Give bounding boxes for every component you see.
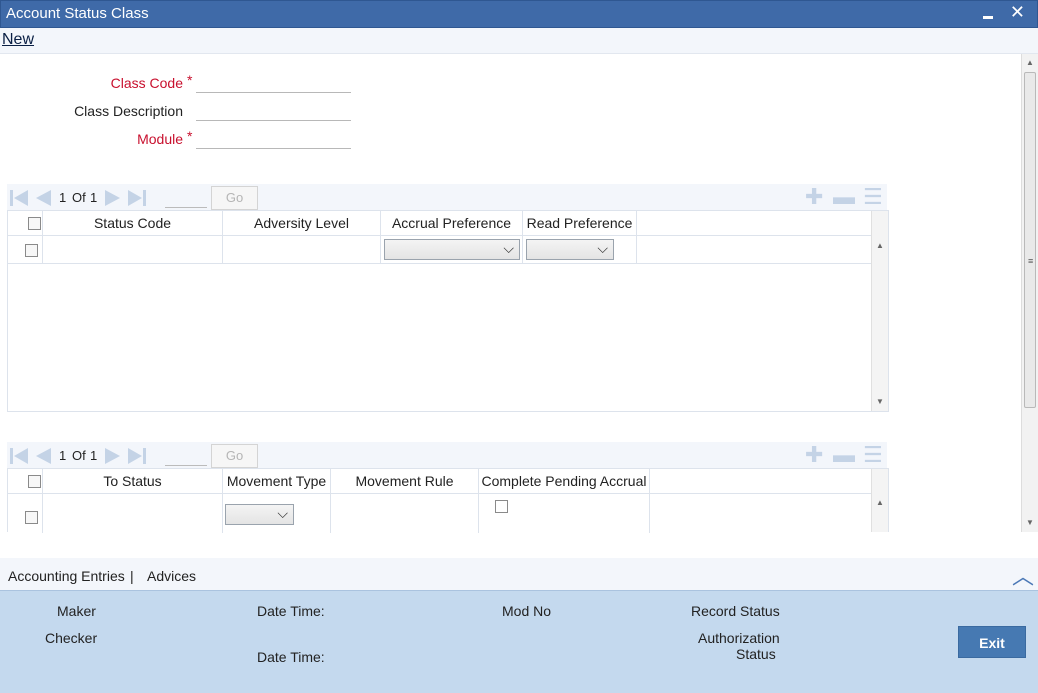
exit-button[interactable]: Exit: [958, 626, 1026, 658]
total-pages: 1: [90, 448, 98, 463]
main-content: Class Code * Class Description Module * …: [1, 54, 1020, 556]
col-adversity-level: Adversity Level: [223, 211, 381, 236]
first-page-icon[interactable]: [9, 446, 29, 466]
total-pages: 1: [90, 190, 98, 205]
col-complete-pending-accrual: Complete Pending Accrual: [479, 469, 650, 494]
delete-row-icon[interactable]: ▬: [833, 444, 855, 466]
module-input[interactable]: [196, 127, 351, 149]
sub-screen-tabs: Accounting Entries | Advices ︿: [0, 558, 1038, 590]
scroll-up-icon[interactable]: ▲: [1026, 58, 1034, 67]
minimize-icon[interactable]: [983, 16, 993, 19]
menu-bar: New: [0, 28, 1038, 54]
accounting-entries-link[interactable]: Accounting Entries: [8, 568, 125, 584]
grip-icon: ≡: [1028, 256, 1034, 266]
status-grid-toolbar: 1 Of 1 Go ✚ ▬ ☰: [7, 184, 887, 210]
col-accrual-preference: Accrual Preference: [381, 211, 523, 236]
of-label: Of: [72, 448, 86, 463]
delete-row-icon[interactable]: ▬: [833, 186, 855, 208]
col-movement-type: Movement Type: [223, 469, 331, 494]
page-scrollbar[interactable]: ▲ ≡ ▼: [1021, 54, 1038, 532]
mod-no-label: Mod No: [502, 603, 552, 619]
chevron-down-icon: ⌵: [503, 240, 514, 256]
accrual-preference-select[interactable]: ⌵: [384, 239, 520, 260]
page-number-input[interactable]: [165, 188, 207, 208]
to-status-cell[interactable]: [43, 494, 223, 533]
scroll-down-icon[interactable]: ▼: [1026, 518, 1034, 527]
chevron-down-icon: ⌵: [597, 240, 608, 256]
window-title: Account Status Class: [6, 5, 149, 22]
class-code-input[interactable]: [196, 71, 351, 93]
adversity-level-cell[interactable]: [223, 236, 381, 264]
current-page: 1: [59, 448, 67, 463]
table-row: ⌵ ⌵: [8, 236, 872, 264]
add-row-icon[interactable]: ✚: [805, 444, 823, 466]
status-grid: Status Code Adversity Level Accrual Pref…: [7, 210, 889, 412]
row-checkbox[interactable]: [25, 244, 38, 257]
scroll-up-icon[interactable]: ▲: [876, 241, 884, 250]
prev-page-icon[interactable]: [33, 188, 53, 208]
table-row: ⌵: [8, 494, 872, 533]
class-description-input[interactable]: [196, 99, 351, 121]
chevron-down-icon: ⌵: [277, 505, 288, 521]
prev-page-icon[interactable]: [33, 446, 53, 466]
class-code-required-marker: *: [187, 72, 193, 88]
status-grid-scrollbar[interactable]: ▲ ▼: [871, 211, 888, 411]
of-label: Of: [72, 190, 86, 205]
row-checkbox[interactable]: [25, 511, 38, 524]
col-to-status: To Status: [43, 469, 223, 494]
single-view-icon[interactable]: ☰: [863, 186, 883, 208]
maker-label: Maker: [57, 603, 96, 619]
movement-grid-scrollbar[interactable]: ▲: [871, 469, 888, 532]
tab-separator: |: [130, 568, 134, 584]
class-description-label: Class Description: [74, 103, 183, 119]
read-preference-select[interactable]: ⌵: [526, 239, 614, 260]
audit-footer: Maker Checker Date Time: Date Time: Mod …: [0, 590, 1038, 693]
status-code-cell[interactable]: [43, 236, 223, 264]
col-read-preference: Read Preference: [523, 211, 637, 236]
authorization-label: Authorization: [698, 630, 780, 646]
advices-link[interactable]: Advices: [147, 568, 196, 584]
record-status-label: Record Status: [691, 603, 780, 619]
last-page-icon[interactable]: [127, 188, 147, 208]
scroll-up-icon[interactable]: ▲: [876, 498, 884, 507]
new-link[interactable]: New: [2, 31, 34, 49]
first-page-icon[interactable]: [9, 188, 29, 208]
scroll-down-icon[interactable]: ▼: [876, 397, 884, 406]
select-all-checkbox[interactable]: [28, 475, 41, 488]
close-icon[interactable]: ✕: [1010, 2, 1025, 23]
module-label: Module: [137, 131, 183, 147]
current-page: 1: [59, 190, 67, 205]
complete-pending-accrual-checkbox[interactable]: [495, 500, 508, 513]
movement-grid-toolbar: 1 Of 1 Go ✚ ▬ ☰: [7, 442, 887, 468]
status-grid-header: Status Code Adversity Level Accrual Pref…: [8, 211, 872, 236]
movement-grid-header: To Status Movement Type Movement Rule Co…: [8, 469, 872, 494]
next-page-icon[interactable]: [103, 446, 123, 466]
col-movement-rule: Movement Rule: [331, 469, 479, 494]
movement-rule-cell[interactable]: [331, 494, 479, 533]
add-row-icon[interactable]: ✚: [805, 186, 823, 208]
window-titlebar: Account Status Class ✕: [0, 0, 1038, 28]
next-page-icon[interactable]: [103, 188, 123, 208]
col-status-code: Status Code: [43, 211, 223, 236]
movement-grid: To Status Movement Type Movement Rule Co…: [7, 468, 889, 533]
select-all-checkbox[interactable]: [28, 217, 41, 230]
checker-label: Checker: [45, 630, 98, 646]
maker-date-time-label: Date Time:: [257, 603, 325, 619]
single-view-icon[interactable]: ☰: [863, 444, 883, 466]
go-button[interactable]: Go: [211, 186, 258, 210]
go-button[interactable]: Go: [211, 444, 258, 468]
page-number-input[interactable]: [165, 446, 207, 466]
chevron-up-icon[interactable]: ︿: [1012, 559, 1034, 591]
class-code-label: Class Code: [110, 75, 183, 91]
checker-date-time-label: Date Time:: [257, 649, 325, 665]
module-required-marker: *: [187, 128, 193, 144]
scrollbar-thumb[interactable]: ≡: [1024, 72, 1036, 408]
last-page-icon[interactable]: [127, 446, 147, 466]
movement-type-select[interactable]: ⌵: [225, 504, 294, 525]
authorization-status-label: Status: [736, 646, 776, 662]
